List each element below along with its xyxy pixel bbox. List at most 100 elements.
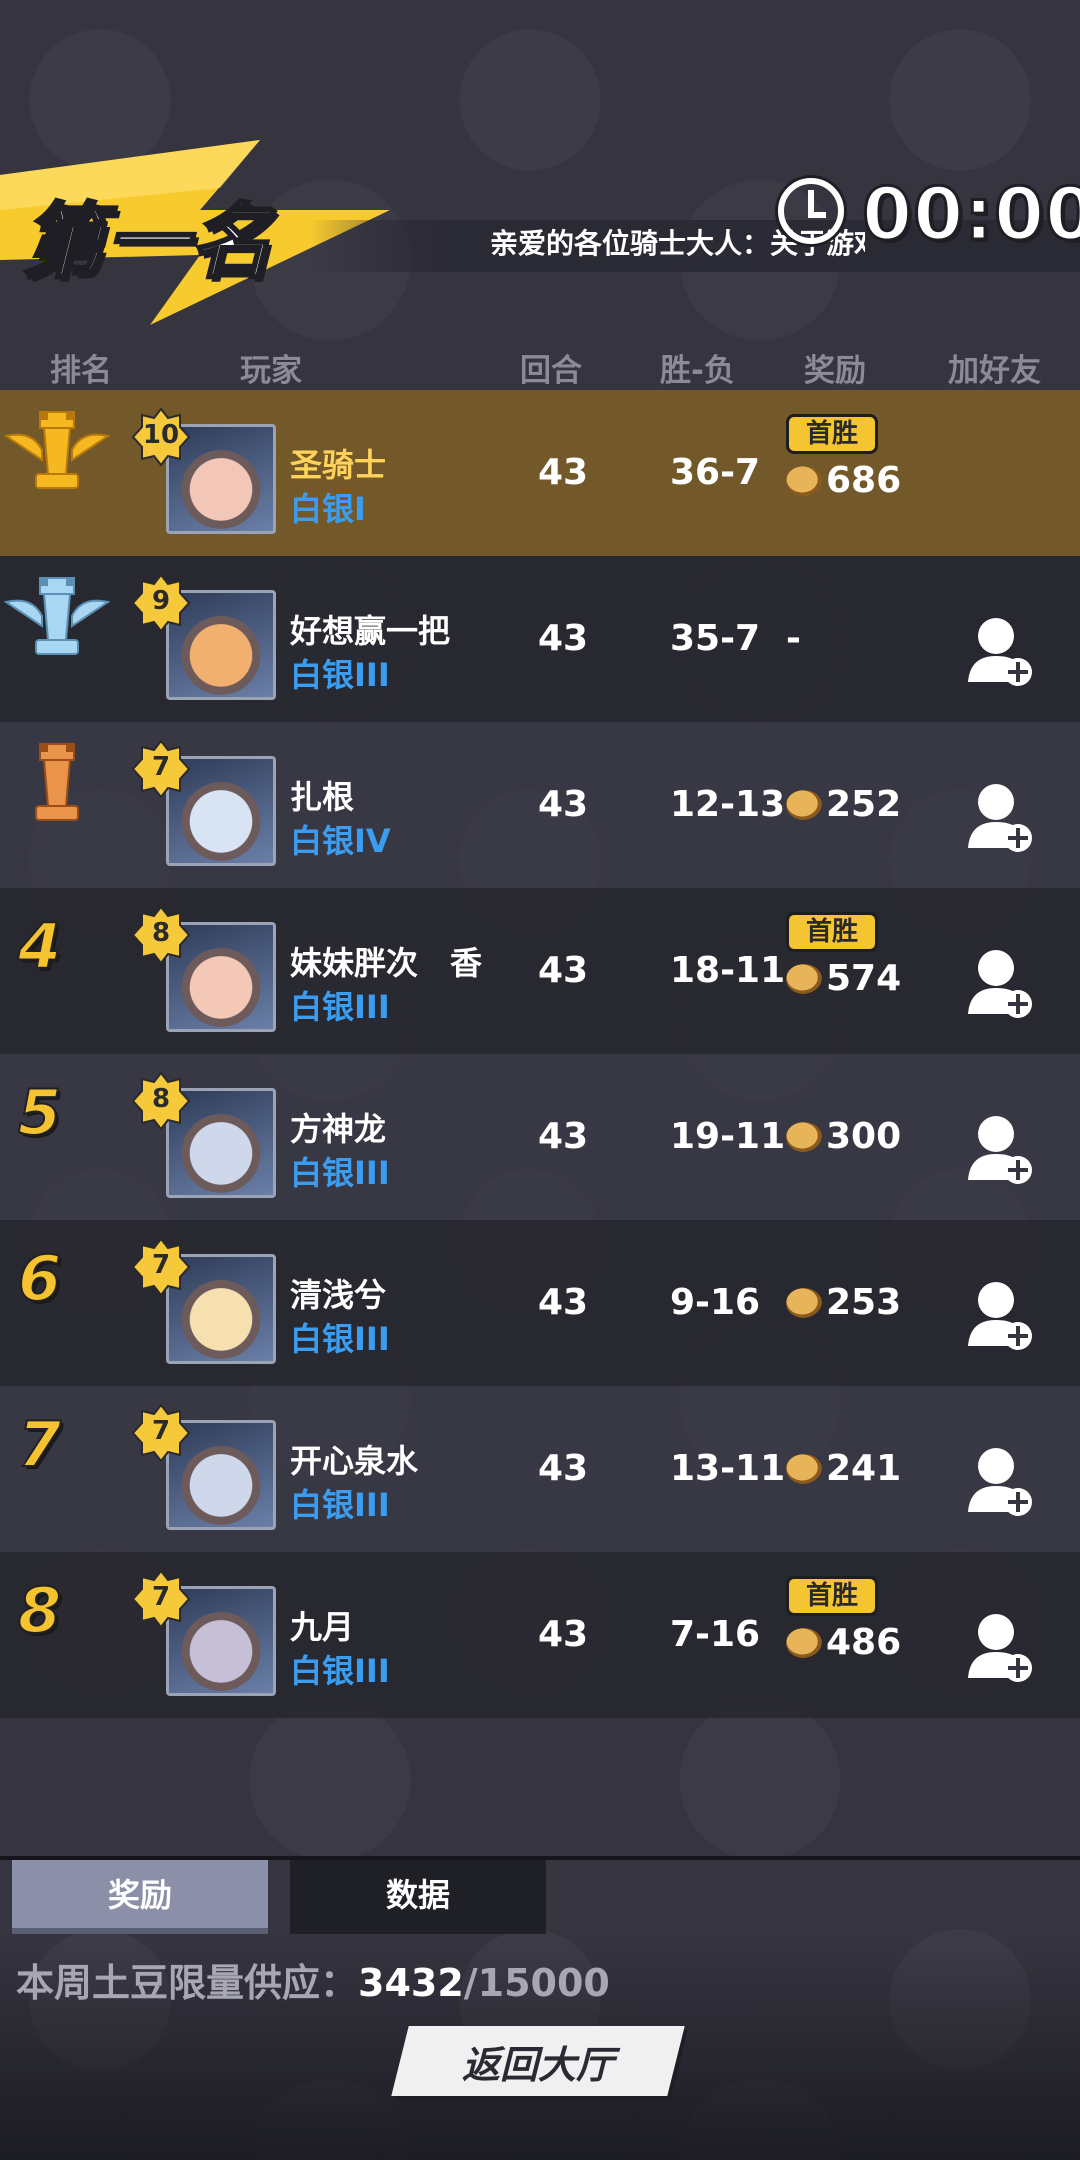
reward-amount: 686 (786, 460, 901, 504)
reward-value: 252 (826, 784, 902, 825)
potato-supply: 本周土豆限量供应：3432/15000 (16, 1952, 610, 2007)
level-number: 7 (151, 752, 171, 782)
tab-reward[interactable]: 奖励 (12, 1860, 268, 1934)
win-loss-record: 7-16 (670, 1614, 761, 1655)
potato-icon (786, 1288, 822, 1318)
ranking-row: 7 7 开心泉水 白银III 43 13-11 241 (0, 1386, 1080, 1552)
potato-supply-current: 3432 (358, 1961, 464, 2005)
player-tier: 白银IV (290, 822, 391, 860)
rounds-count: 43 (538, 618, 589, 659)
level-number: 8 (151, 1084, 171, 1114)
win-loss-record: 35-7 (670, 618, 761, 659)
player-tier: 白银III (290, 1154, 390, 1192)
rounds-count: 43 (538, 1282, 589, 1323)
player-tier: 白银III (290, 1320, 390, 1358)
win-loss-record: 9-16 (670, 1282, 761, 1323)
ranking-row: 6 7 清浅兮 白银III 43 9-16 253 (0, 1220, 1080, 1386)
win-loss-record: 18-11 (670, 950, 786, 991)
rank-number: 5 (17, 1075, 62, 1150)
ranking-row: 4 8 妹妹胖次 香 白银III 43 18-11 首胜 574 (0, 888, 1080, 1054)
win-loss-record: 12-13 (670, 784, 786, 825)
level-badge: 8 (132, 1072, 190, 1130)
level-badge: 7 (132, 1238, 190, 1296)
player-name: 九月 (290, 1608, 355, 1646)
ranking-row: 8 7 九月 白银III 43 7-16 首胜 486 (0, 1552, 1080, 1718)
rank-number: 4 (17, 909, 62, 984)
level-number: 8 (151, 918, 171, 948)
level-number: 7 (151, 1416, 171, 1446)
add-friend-icon[interactable] (968, 1612, 1034, 1684)
column-header-reward: 奖励 (804, 353, 866, 389)
reward-value: 253 (826, 1282, 902, 1323)
player-name: 扎根 (290, 778, 355, 816)
win-loss-record: 13-11 (670, 1448, 786, 1489)
player-tier: 白银I (290, 490, 366, 528)
potato-icon (786, 1628, 822, 1658)
gold-trophy-icon (2, 404, 112, 518)
reward-value: 574 (826, 958, 902, 999)
add-friend-icon[interactable] (968, 782, 1034, 854)
level-number: 9 (151, 586, 171, 616)
column-header-player: 玩家 (240, 353, 302, 389)
potato-supply-max: /15000 (463, 1961, 610, 2005)
potato-icon (786, 964, 822, 994)
level-number: 10 (142, 420, 180, 450)
player-name: 妹妹胖次 香 (290, 944, 483, 982)
ranking-list: 10 圣骑士 白银I 43 36-7 首胜 686 9 好想赢一把 白银III … (0, 390, 1080, 1718)
rounds-count: 43 (538, 950, 589, 991)
reward-amount: 252 (786, 784, 901, 828)
first-win-badge: 首胜 (786, 414, 878, 454)
add-friend-icon[interactable] (968, 1280, 1034, 1352)
player-name: 开心泉水 (290, 1442, 419, 1480)
add-friend-icon[interactable] (968, 1446, 1034, 1518)
potato-icon (786, 1122, 822, 1152)
column-header-rank: 排名 (50, 353, 112, 389)
reward-amount: 574 (786, 958, 901, 1002)
rounds-count: 43 (538, 452, 589, 493)
reward-amount: 241 (786, 1448, 901, 1492)
potato-icon (786, 1454, 822, 1484)
player-tier: 白银III (290, 656, 390, 694)
first-win-badge: 首胜 (786, 1576, 878, 1616)
rank-number: 7 (17, 1407, 62, 1482)
level-badge: 7 (132, 740, 190, 798)
player-name: 方神龙 (290, 1110, 387, 1148)
rounds-count: 43 (538, 1614, 589, 1655)
potato-icon (786, 790, 822, 820)
level-badge: 9 (132, 574, 190, 632)
level-badge: 7 (132, 1570, 190, 1628)
reward-value: - (786, 618, 801, 659)
player-tier: 白银III (290, 1652, 390, 1690)
add-friend-icon[interactable] (968, 1114, 1034, 1186)
tab-data[interactable]: 数据 (290, 1860, 546, 1934)
player-name: 清浅兮 (290, 1276, 387, 1314)
clock-icon (778, 178, 844, 244)
ranking-row: 7 扎根 白银IV 43 12-13 252 (0, 722, 1080, 888)
reward-amount: 253 (786, 1282, 901, 1326)
back-to-lobby-label: 返回大厅 (461, 2043, 614, 2087)
potato-supply-label: 本周土豆限量供应： (16, 1961, 359, 2005)
silver-trophy-icon (2, 570, 112, 684)
rank-number: 8 (17, 1573, 62, 1648)
first-win-badge: 首胜 (786, 912, 878, 952)
add-friend-icon[interactable] (968, 616, 1034, 688)
ranking-row: 5 8 方神龙 白银III 43 19-11 300 (0, 1054, 1080, 1220)
add-friend-icon[interactable] (968, 948, 1034, 1020)
rank-banner-title: 第一名 (21, 194, 274, 292)
rounds-count: 43 (538, 1116, 589, 1157)
ranking-row: 10 圣骑士 白银I 43 36-7 首胜 686 (0, 390, 1080, 556)
rounds-count: 43 (538, 784, 589, 825)
reward-value: 241 (826, 1448, 902, 1489)
reward-value: 686 (826, 460, 902, 501)
potato-icon (786, 466, 822, 496)
player-name: 圣骑士 (290, 446, 387, 484)
rank-number: 6 (17, 1241, 62, 1316)
player-name: 好想赢一把 (290, 612, 451, 650)
level-badge: 8 (132, 906, 190, 964)
column-header-add-friend: 加好友 (948, 353, 1041, 389)
countdown-timer: 00:00 (860, 171, 1080, 258)
rounds-count: 43 (538, 1448, 589, 1489)
player-tier: 白银III (290, 988, 390, 1026)
column-header-win-loss: 胜-负 (660, 353, 735, 389)
reward-amount: 300 (786, 1116, 901, 1160)
